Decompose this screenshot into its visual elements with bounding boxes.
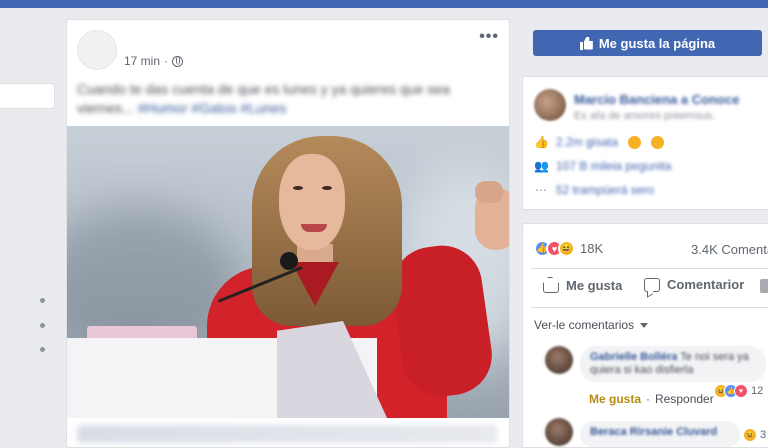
comment-like-link[interactable]: Me gusta bbox=[589, 392, 641, 406]
photo-speaker-fingers bbox=[475, 181, 503, 203]
left-sidebar-search-box[interactable] bbox=[0, 83, 55, 109]
thumbs-up-icon bbox=[579, 37, 593, 50]
top-navigation-bar bbox=[0, 0, 768, 8]
page-avatar[interactable] bbox=[534, 89, 566, 121]
page-stat-likes[interactable]: 👍 2.2m gisata bbox=[534, 135, 665, 149]
post-meta: 17 min · bbox=[124, 54, 184, 68]
like-page-label: Me gusta la página bbox=[598, 35, 716, 51]
comment-avatar[interactable] bbox=[545, 418, 573, 446]
post-caption-hashtags[interactable]: #Humor #Gatos #Lunes bbox=[138, 100, 287, 116]
comment-author[interactable]: Beraca Rirsanie Cluvard bbox=[590, 426, 717, 438]
haha-emoji-icon bbox=[628, 135, 642, 149]
separator-dot: · bbox=[164, 54, 169, 68]
post-caption: Cuando te das cuenta de que es lunes y y… bbox=[77, 80, 487, 118]
divider bbox=[531, 268, 768, 269]
post-card: 17 min · ••• Cuando te das cuenta de que… bbox=[66, 19, 510, 448]
divider bbox=[531, 307, 768, 308]
like-action-label: Me gusta bbox=[566, 277, 623, 293]
dots-icon: ⋯ bbox=[535, 183, 547, 197]
comment-reply-link[interactable]: Responder bbox=[655, 392, 714, 406]
comment-reaction-count: 12 bbox=[751, 385, 764, 397]
post-link-preview[interactable] bbox=[77, 425, 497, 443]
reaction-count: 18K bbox=[580, 241, 604, 256]
view-comments-label: Ver-le comentarios bbox=[534, 318, 635, 332]
like-page-button[interactable]: Me gusta la página bbox=[533, 30, 762, 56]
haha-reaction-icon: 😆 bbox=[558, 240, 575, 257]
photo-speaker-face bbox=[279, 154, 345, 250]
photo-speaker-eye bbox=[293, 186, 303, 190]
comment-reaction-count: 3 bbox=[760, 429, 767, 441]
left-sidebar-dot bbox=[40, 347, 45, 352]
comment-bubble: Gabrielle Bolléra Te noi sera ya quiera … bbox=[580, 346, 766, 382]
page-stat-other[interactable]: ⋯ 52 trampüerá sero bbox=[534, 183, 654, 197]
comment-action-label: Comentarior bbox=[667, 277, 745, 292]
comment-bubble: Beraca Rirsanie Cluvard bbox=[580, 421, 740, 447]
chevron-down-icon bbox=[640, 322, 649, 328]
reaction-summary[interactable]: 👍 ♥ 😆 18K bbox=[534, 240, 603, 257]
thumbs-up-icon: 👍 bbox=[534, 135, 549, 149]
photo-speaker-mouth bbox=[301, 224, 327, 232]
thumbs-up-outline-icon bbox=[543, 277, 559, 293]
haha-reaction-icon: 😆 bbox=[743, 428, 757, 442]
comment-author[interactable]: Gabrielle Bolléra bbox=[590, 351, 677, 363]
love-reaction-icon: ♥ bbox=[734, 384, 748, 398]
comment-count-link[interactable]: 3.4K Comenta bbox=[691, 242, 768, 257]
page-name-link[interactable]: Marcio Banciena a Conoce bbox=[574, 92, 739, 107]
left-sidebar-dot bbox=[40, 323, 45, 328]
comment-reactions[interactable]: 😆 3 bbox=[743, 428, 766, 442]
photo-speaker-eye bbox=[322, 186, 332, 190]
separator-dot: · bbox=[646, 392, 651, 406]
wow-emoji-icon bbox=[651, 135, 665, 149]
share-icon[interactable] bbox=[760, 279, 768, 293]
view-comments-filter[interactable]: Ver-le comentarios bbox=[534, 318, 649, 332]
page-stat-likes-text: 2.2m gisata bbox=[556, 135, 619, 149]
left-sidebar-dot bbox=[40, 298, 45, 303]
post-timestamp[interactable]: 17 min bbox=[124, 54, 160, 68]
people-icon: 👥 bbox=[534, 159, 549, 173]
page-stat-other-text: 52 trampüerá sero bbox=[556, 183, 655, 197]
comment-reactions[interactable]: 😆 👍 ♥ 12 bbox=[714, 384, 763, 398]
comment-bubble-icon bbox=[644, 277, 660, 292]
post-author-avatar[interactable] bbox=[77, 30, 117, 70]
page-subtitle: Es afa de aroores preemsus. bbox=[574, 110, 716, 122]
page-info-card: Marcio Banciena a Conoce Es afa de aroor… bbox=[522, 76, 768, 210]
photo-microphone bbox=[280, 252, 298, 270]
post-options-button[interactable]: ••• bbox=[479, 28, 499, 46]
engagement-card: 👍 ♥ 😆 18K 3.4K Comenta Me gusta Comentar… bbox=[522, 223, 768, 448]
post-photo[interactable] bbox=[67, 126, 509, 418]
like-action-button[interactable]: Me gusta bbox=[543, 277, 622, 293]
globe-icon bbox=[172, 55, 184, 67]
page-stat-followers[interactable]: 👥 107 B mileia pegunita bbox=[534, 159, 671, 173]
comment-action-button[interactable]: Comentarior bbox=[644, 277, 744, 292]
comment-avatar[interactable] bbox=[545, 346, 573, 374]
page-stat-followers-text: 107 B mileia pegunita bbox=[556, 159, 672, 173]
comment-actions: Me gusta · Responder bbox=[589, 392, 714, 406]
